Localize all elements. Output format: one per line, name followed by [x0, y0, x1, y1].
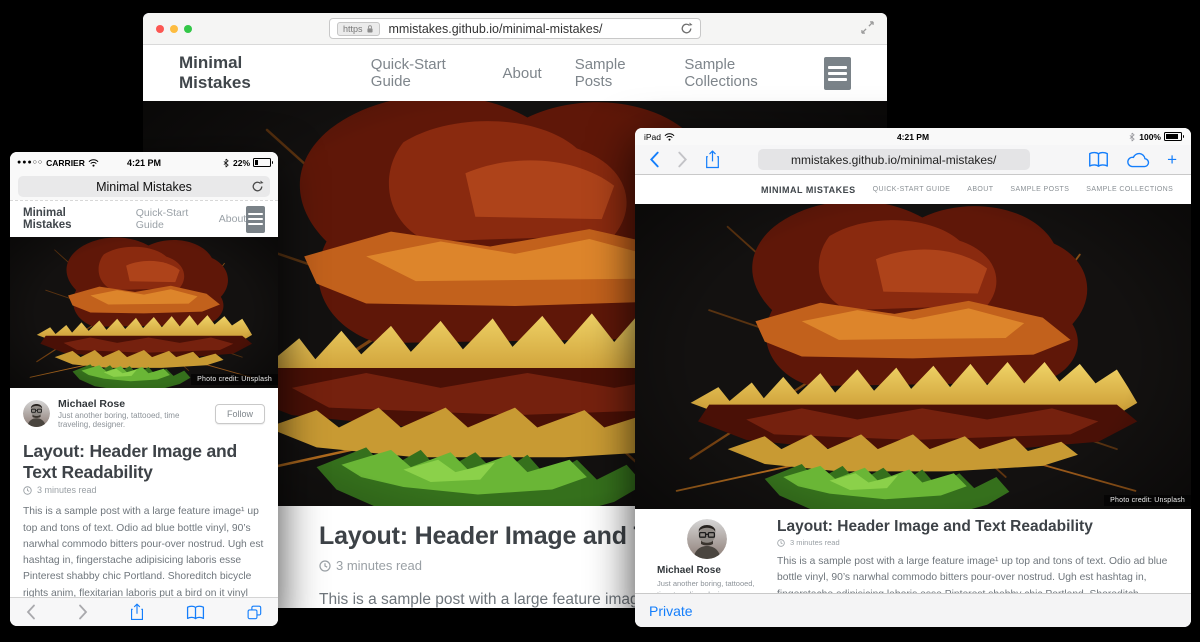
bluetooth-icon	[222, 158, 230, 168]
author-photo	[23, 400, 50, 427]
ipad-toolbar: mmistakes.github.io/minimal-mistakes/ +	[635, 145, 1191, 175]
forward-button[interactable]	[677, 151, 688, 168]
iphone-safari-window: ●●●○○ CARRIER 4:21 PM 22% Minimal Mistak…	[10, 152, 278, 626]
ipad-status-bar: iPad 4:21 PM 100%	[635, 128, 1191, 145]
feature-image: Photo credit: Unsplash	[635, 204, 1191, 509]
wifi-icon	[664, 133, 675, 141]
battery-percent: 100%	[1139, 132, 1161, 142]
browser-chrome: https mmistakes.github.io/minimal-mistak…	[143, 13, 887, 45]
iphone-status-left: ●●●○○ CARRIER	[17, 158, 99, 168]
ipad-status-left: iPad	[644, 132, 675, 142]
site-title-link[interactable]: Minimal Mistakes	[179, 53, 295, 93]
bookmarks-icon[interactable]	[186, 605, 205, 620]
clock-icon	[777, 539, 785, 547]
read-time: 3 minutes read	[336, 558, 422, 573]
nav-quick-start-guide[interactable]: Quick-Start Guide	[371, 56, 470, 90]
nav-about[interactable]: About	[503, 65, 542, 82]
icloud-tabs-icon[interactable]	[1126, 152, 1150, 168]
feature-image: Photo credit: Unsplash	[10, 237, 278, 388]
ipad-address-bar[interactable]: mmistakes.github.io/minimal-mistakes/	[758, 149, 1030, 170]
carrier-label: CARRIER	[46, 158, 85, 168]
author-name: Michael Rose	[58, 398, 207, 410]
iphone-toolbar	[10, 597, 278, 626]
url-text: mmistakes.github.io/minimal-mistakes/	[389, 22, 680, 36]
author-name: Michael Rose	[657, 565, 763, 576]
battery-icon	[253, 158, 271, 167]
photo-credit: Photo credit: Unsplash	[1104, 495, 1191, 506]
site-title-link[interactable]: Minimal Mistakes	[23, 207, 89, 231]
author-photo	[687, 519, 727, 559]
author-row: Michael Rose Just another boring, tattoo…	[23, 398, 265, 429]
private-button[interactable]: Private	[649, 603, 693, 619]
lock-icon	[366, 24, 374, 34]
tabs-icon[interactable]	[247, 605, 262, 620]
back-button[interactable]	[26, 604, 36, 620]
post-title: Layout: Header Image and Text Readabilit…	[23, 441, 265, 482]
iphone-status-right: 22%	[222, 158, 271, 168]
wifi-icon	[88, 159, 99, 167]
author-info: Michael Rose Just another boring, tattoo…	[58, 398, 207, 429]
avatar	[23, 400, 50, 427]
nav-sample-posts[interactable]: Sample Posts	[575, 56, 652, 90]
share-icon[interactable]	[705, 150, 720, 169]
iphone-address-bar[interactable]: Minimal Mistakes	[18, 176, 270, 197]
battery-icon	[1164, 132, 1182, 141]
https-label: https	[343, 24, 363, 34]
read-time: 3 minutes read	[790, 538, 840, 547]
zoom-window-button[interactable]	[184, 25, 192, 33]
fullscreen-icon[interactable]	[861, 21, 874, 34]
bookmarks-icon[interactable]	[1088, 151, 1109, 168]
battery-percent: 22%	[233, 158, 250, 168]
ipad-url-text: mmistakes.github.io/minimal-mistakes/	[791, 153, 996, 167]
site-title-link[interactable]: Minimal Mistakes	[761, 185, 856, 195]
bluetooth-icon	[1128, 132, 1136, 142]
nav-quick-start-guide[interactable]: Quick-Start Guide	[873, 186, 951, 193]
reload-icon[interactable]	[680, 22, 693, 35]
post-title: Layout: Header Image and Text Readabilit…	[777, 518, 1173, 536]
nav-sample-posts[interactable]: Sample Posts	[1010, 186, 1069, 193]
clock-icon	[23, 486, 32, 495]
menu-button[interactable]	[246, 206, 265, 233]
nav-sample-collections[interactable]: Sample Collections	[1086, 186, 1173, 193]
read-time: 3 minutes read	[37, 485, 97, 495]
window-controls	[156, 13, 192, 44]
iphone-site-navbar: Minimal Mistakes Quick-Start Guide About	[10, 200, 278, 237]
iphone-url-row: Minimal Mistakes	[10, 173, 278, 200]
clock-icon	[319, 560, 331, 572]
photo-credit: Photo credit: Unsplash	[191, 374, 278, 385]
private-browsing-bar: Private	[635, 593, 1191, 627]
leaves-photo	[635, 204, 1191, 509]
post-meta: 3 minutes read	[23, 485, 265, 495]
author-bio: Just another boring, tattooed, time trav…	[58, 411, 207, 429]
ipad-site-navbar: Minimal Mistakes Quick-Start Guide About…	[635, 175, 1191, 204]
address-bar[interactable]: https mmistakes.github.io/minimal-mistak…	[329, 18, 701, 39]
nav-about[interactable]: About	[219, 213, 246, 225]
iphone-status-bar: ●●●○○ CARRIER 4:21 PM 22%	[10, 152, 278, 173]
forward-button[interactable]	[78, 604, 88, 620]
new-tab-icon[interactable]: +	[1167, 151, 1177, 168]
reload-icon[interactable]	[251, 180, 264, 193]
nav-about[interactable]: About	[967, 186, 993, 193]
share-icon[interactable]	[130, 603, 144, 621]
menu-button[interactable]	[824, 57, 851, 90]
close-window-button[interactable]	[156, 25, 164, 33]
ipad-status-right: 100%	[1128, 132, 1182, 142]
iphone-post-content: Michael Rose Just another boring, tattoo…	[10, 388, 278, 626]
iphone-url-title: Minimal Mistakes	[96, 180, 192, 194]
ipad-toolbar-right: +	[1088, 151, 1177, 168]
ipad-safari-window: iPad 4:21 PM 100% mmistakes.github.io/mi…	[635, 128, 1191, 627]
avatar	[687, 519, 727, 559]
follow-button[interactable]: Follow	[215, 404, 265, 424]
status-time: 4:21 PM	[635, 132, 1191, 142]
nav-quick-start-guide[interactable]: Quick-Start Guide	[136, 207, 194, 231]
leaves-photo	[10, 237, 278, 388]
back-button[interactable]	[649, 151, 660, 168]
site-navbar: Minimal Mistakes Quick-Start Guide About…	[143, 45, 887, 101]
minimize-window-button[interactable]	[170, 25, 178, 33]
https-badge: https	[337, 22, 380, 36]
device-name: iPad	[644, 132, 661, 142]
post-meta: 3 minutes read	[777, 538, 1173, 547]
signal-dots: ●●●○○	[17, 159, 43, 166]
nav-sample-collections[interactable]: Sample Collections	[684, 56, 790, 90]
